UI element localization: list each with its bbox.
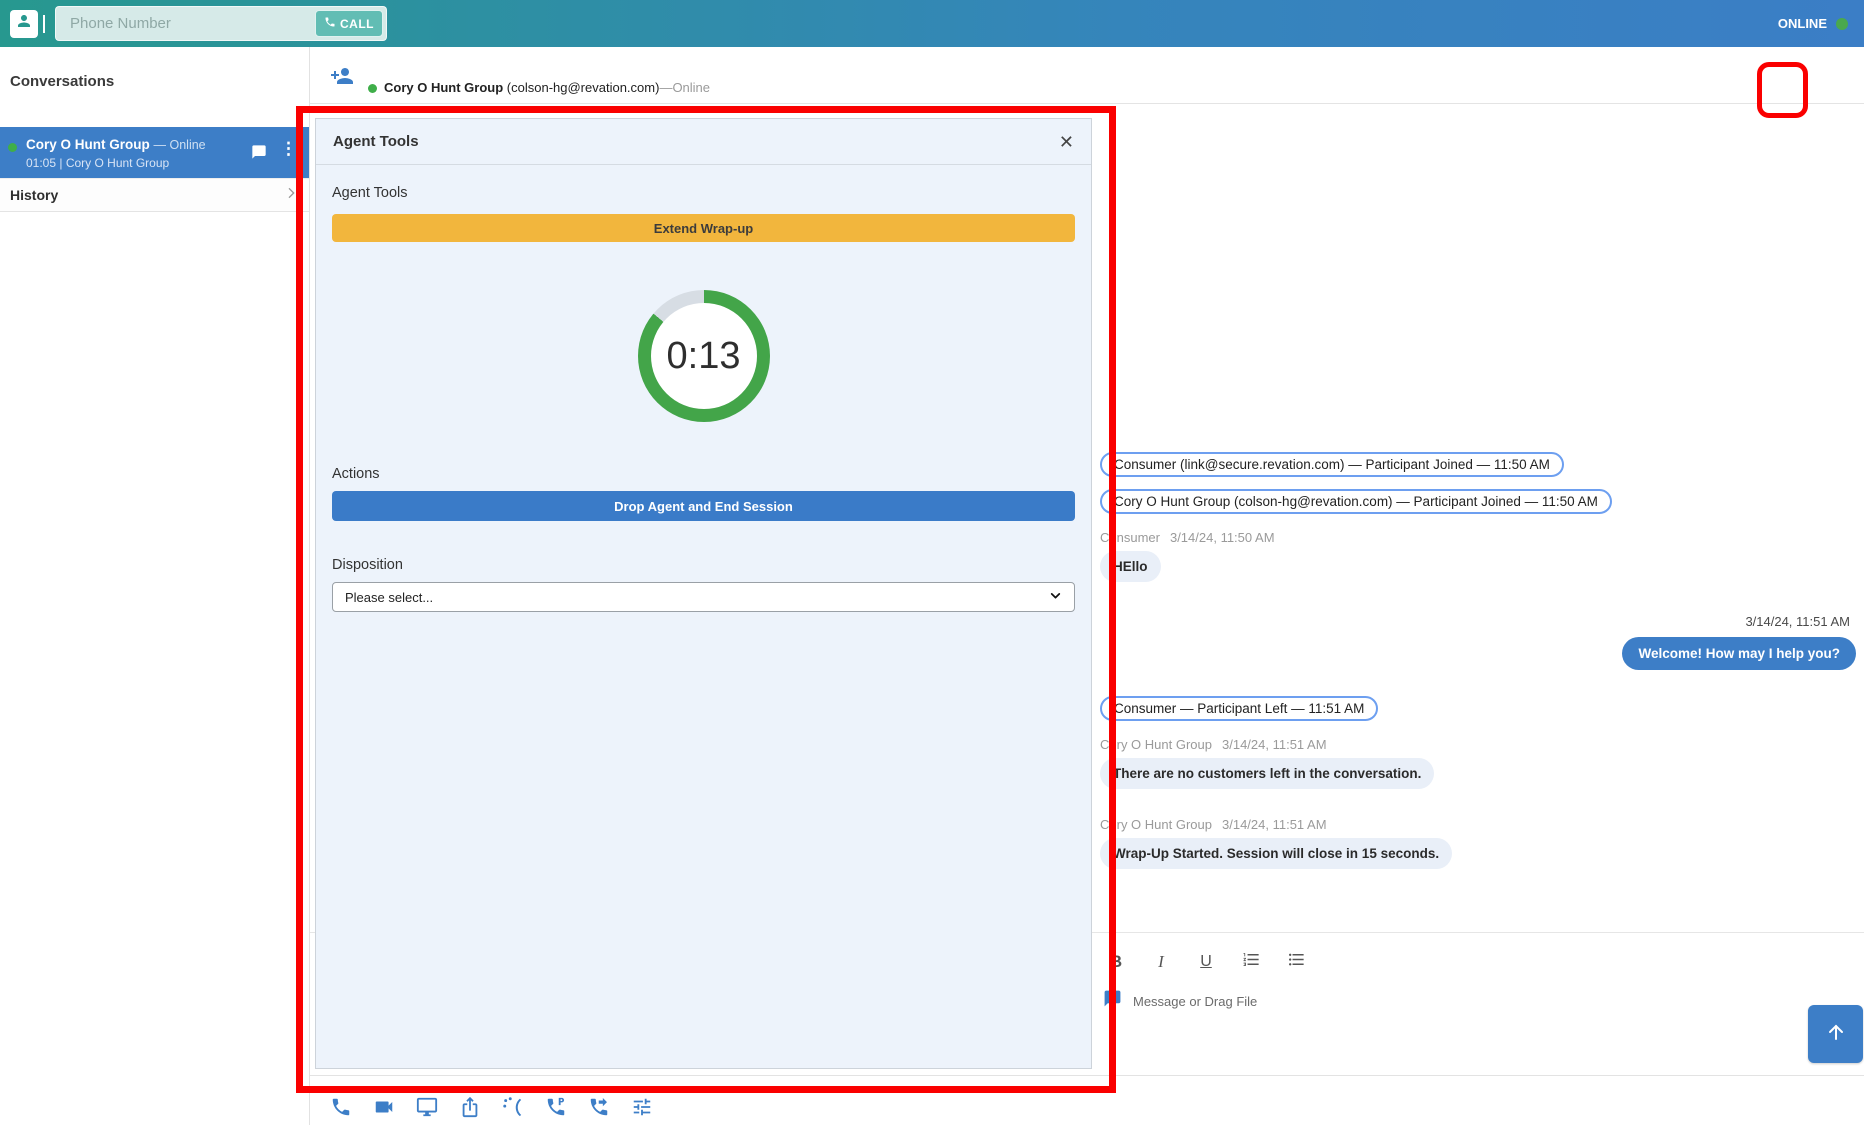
call-button-label: CALL — [340, 17, 374, 31]
share-file-icon[interactable] — [459, 1096, 481, 1118]
actions-label: Actions — [332, 466, 1075, 482]
conversation-item[interactable]: Cory O Hunt Group — Online 01:05 | Cory … — [0, 127, 309, 178]
call-button[interactable]: CALL — [315, 10, 383, 37]
outgoing-timestamp: 3/14/24, 11:51 AM — [1100, 614, 1856, 629]
chat-title-status: —Online — [659, 80, 710, 95]
message-meta: Cory O Hunt Group 3/14/24, 11:51 AM — [1100, 817, 1856, 832]
chevron-down-icon — [1049, 589, 1062, 605]
presence-dot-icon — [368, 84, 377, 93]
chat-title-name: Cory O Hunt Group — [384, 80, 503, 95]
transfer-call-icon[interactable] — [588, 1096, 610, 1118]
chat-bubble-icon[interactable] — [251, 144, 267, 165]
chat-header: Cory O Hunt Group (colson-hg@revation.co… — [310, 47, 1864, 104]
message-bubble-icon — [1103, 989, 1122, 1013]
person-add-icon[interactable] — [330, 64, 354, 93]
ordered-list-icon[interactable] — [1241, 950, 1261, 974]
phone-number-input[interactable] — [68, 14, 283, 33]
online-status-dot-icon — [1836, 18, 1848, 30]
sidebar-title: Conversations — [10, 73, 114, 90]
message-time: 3/14/24, 11:51 AM — [1222, 737, 1327, 752]
agent-status[interactable]: ONLINE — [1778, 0, 1848, 47]
phone-icon[interactable] — [330, 1096, 352, 1118]
underline-icon[interactable]: U — [1196, 953, 1216, 971]
conversation-menu-icon[interactable]: ⋮ — [280, 140, 297, 157]
message-input[interactable]: Message or Drag File — [1103, 989, 1257, 1013]
park-call-icon[interactable] — [545, 1096, 567, 1118]
sender-name: Cory O Hunt Group — [1100, 817, 1212, 832]
message-list: Consumer (link@secure.revation.com) — Pa… — [1100, 452, 1856, 869]
event-pill: Cory O Hunt Group (colson-hg@revation.co… — [1100, 489, 1612, 514]
contact-card-icon — [15, 12, 33, 35]
timer-value: 0:13 — [651, 303, 757, 409]
message-time: 3/14/24, 11:50 AM — [1170, 530, 1275, 545]
history-label: History — [10, 187, 58, 203]
screen-share-icon[interactable] — [416, 1096, 438, 1118]
chat-title-address: (colson-hg@revation.com) — [503, 80, 659, 95]
conversation-detail: 01:05 | Cory O Hunt Group — [26, 156, 169, 170]
contacts-button[interactable] — [10, 10, 38, 38]
drop-agent-button[interactable]: Drop Agent and End Session — [332, 491, 1075, 521]
italic-icon[interactable]: I — [1151, 952, 1171, 972]
agent-tools-header: Agent Tools ✕ — [316, 119, 1091, 165]
agent-tools-panel: Agent Tools ✕ Agent Tools Extend Wrap-up… — [315, 118, 1092, 1069]
audio-settings-icon[interactable] — [631, 1096, 653, 1118]
message-meta: Cory O Hunt Group 3/14/24, 11:51 AM — [1100, 737, 1856, 752]
agent-tools-section-label: Agent Tools — [332, 185, 1075, 201]
presence-dot-icon — [8, 143, 17, 152]
close-panel-icon[interactable]: ✕ — [1059, 133, 1074, 151]
history-section[interactable]: History — [0, 178, 309, 212]
online-status-label: ONLINE — [1778, 16, 1827, 31]
bold-icon[interactable]: B — [1106, 952, 1126, 972]
disposition-selected-value: Please select... — [345, 590, 433, 605]
conversation-name: Cory O Hunt Group — [26, 137, 150, 152]
call-controls — [330, 1096, 653, 1118]
conversation-title: Cory O Hunt Group — Online — [26, 137, 206, 152]
format-toolbar: B I U — [1106, 950, 1306, 974]
chevron-right-icon — [283, 185, 299, 206]
touchtone-icon[interactable] — [502, 1096, 524, 1118]
send-button[interactable] — [1808, 1005, 1863, 1063]
extend-wrapup-button[interactable]: Extend Wrap-up — [332, 214, 1075, 242]
top-bar: CALL ONLINE — [0, 0, 1864, 47]
disposition-select[interactable]: Please select... — [332, 582, 1075, 612]
incoming-message: Wrap-Up Started. Session will close in 1… — [1100, 838, 1452, 869]
event-pill: Consumer (link@secure.revation.com) — Pa… — [1100, 452, 1564, 477]
divider — [43, 15, 45, 33]
divider — [310, 1075, 1864, 1076]
disposition-label: Disposition — [332, 557, 1075, 573]
outgoing-message: Welcome! How may I help you? — [1622, 637, 1856, 670]
sender-name: Consumer — [1100, 530, 1160, 545]
chat-title: Cory O Hunt Group (colson-hg@revation.co… — [384, 80, 710, 95]
conversations-sidebar: Conversations Cory O Hunt Group — Online… — [0, 47, 310, 1125]
wrapup-timer: 0:13 — [332, 290, 1075, 422]
message-input-placeholder: Message or Drag File — [1133, 994, 1257, 1009]
video-icon[interactable] — [373, 1096, 395, 1118]
message-time: 3/14/24, 11:51 AM — [1222, 817, 1327, 832]
phone-number-box: CALL — [55, 6, 387, 41]
phone-icon — [324, 16, 336, 31]
sender-name: Cory O Hunt Group — [1100, 737, 1212, 752]
agent-tools-title: Agent Tools — [333, 133, 419, 150]
bullet-list-icon[interactable] — [1286, 950, 1306, 974]
app-window: CALL ONLINE Conversations Cory O Hunt Gr… — [0, 0, 1864, 1125]
incoming-message: There are no customers left in the conve… — [1100, 758, 1434, 789]
arrow-up-icon — [1824, 1020, 1848, 1049]
message-meta: Consumer 3/14/24, 11:50 AM — [1100, 530, 1856, 545]
conversation-status: — Online — [154, 138, 206, 152]
timer-ring: 0:13 — [638, 290, 770, 422]
event-pill: Consumer — Participant Left — 11:51 AM — [1100, 696, 1378, 721]
agent-tools-body: Agent Tools Extend Wrap-up 0:13 Actions … — [316, 165, 1091, 612]
incoming-message: HEllo — [1100, 551, 1161, 582]
